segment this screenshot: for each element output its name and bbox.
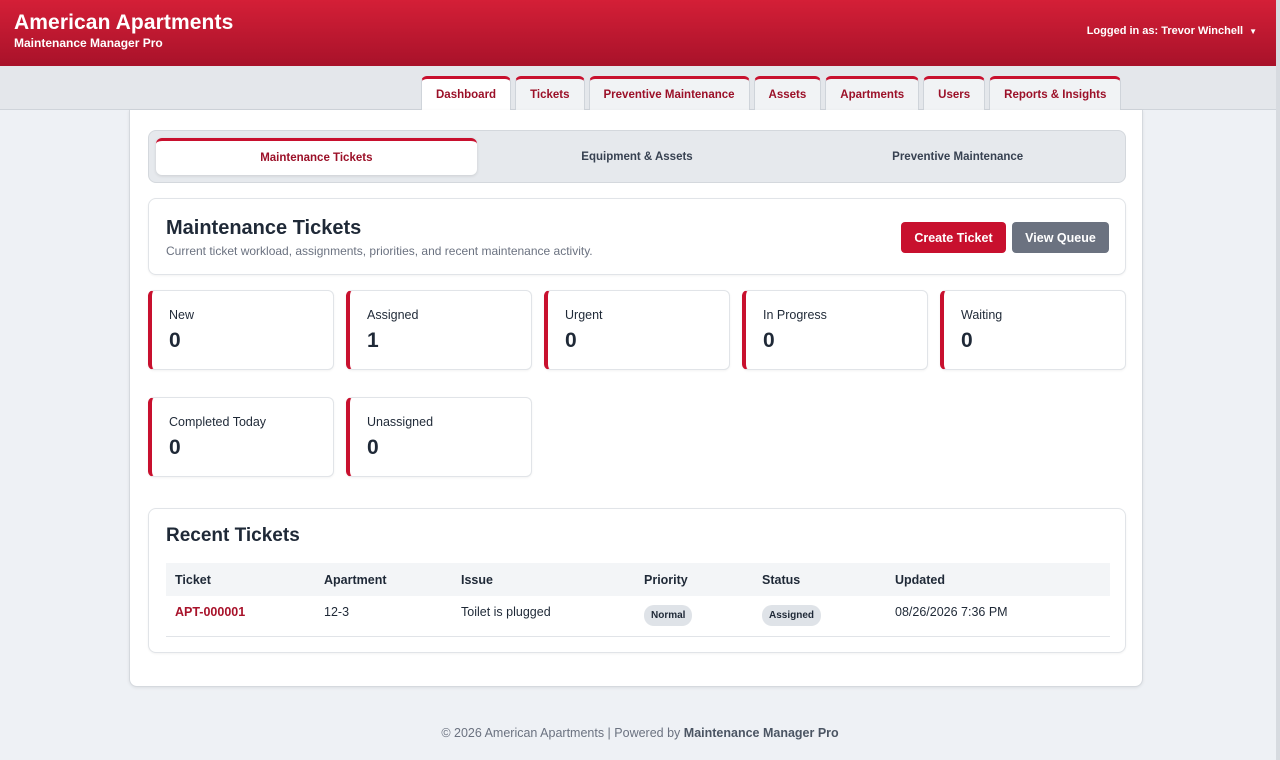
column-header-issue: Issue: [461, 572, 493, 587]
status-badge: Assigned: [762, 605, 822, 626]
user-menu[interactable]: Logged in as: Trevor Winchell ▼: [1087, 25, 1257, 37]
stat-label: In Progress: [763, 308, 827, 322]
cell-updated: 08/26/2026 7:36 PM: [886, 596, 1110, 637]
stat-card-completed-today: Completed Today 0: [148, 397, 334, 477]
stat-card-in-progress: In Progress 0: [742, 290, 928, 370]
stat-value: 0: [367, 436, 379, 459]
priority-badge: Normal: [644, 605, 693, 626]
table-header-row: Ticket Apartment Issue Priority Status U…: [166, 563, 1110, 596]
brand-subtitle: Maintenance Manager Pro: [14, 36, 163, 50]
recent-tickets-title: Recent Tickets: [166, 525, 300, 546]
main-nav: Dashboard Tickets Preventive Maintenance…: [421, 76, 1122, 111]
page-header-card: Maintenance Tickets Current ticket workl…: [148, 198, 1126, 275]
cell-ticket: APT-000001: [166, 596, 315, 637]
stat-label: Waiting: [961, 308, 1003, 322]
tab-reports-insights[interactable]: Reports & Insights: [989, 76, 1122, 110]
column-header-priority: Priority: [644, 572, 688, 587]
scrollbar[interactable]: [1276, 0, 1280, 760]
brand-title: American Apartments: [14, 11, 234, 34]
chevron-down-icon: ▼: [1249, 26, 1257, 36]
tab-preventive-maintenance[interactable]: Preventive Maintenance: [588, 76, 750, 110]
tab-assets[interactable]: Assets: [753, 76, 822, 110]
stat-label: New: [169, 308, 195, 322]
tab-users[interactable]: Users: [923, 76, 986, 110]
main-panel: Maintenance Tickets Equipment & Assets P…: [129, 110, 1143, 687]
cell-status: Assigned: [753, 596, 886, 637]
recent-tickets-card: Recent Tickets Ticket Apartment Issue Pr…: [148, 508, 1126, 653]
stat-label: Completed Today: [169, 415, 267, 429]
recent-tickets-table: Ticket Apartment Issue Priority Status U…: [166, 563, 1110, 637]
view-queue-button[interactable]: View Queue: [1012, 222, 1109, 253]
tab-apartments[interactable]: Apartments: [825, 76, 920, 110]
stat-card-waiting: Waiting 0: [940, 290, 1126, 370]
footer-text: © 2026 American Apartments | Powered by: [441, 726, 681, 740]
page-description: Current ticket workload, assignments, pr…: [166, 244, 593, 258]
column-header-ticket: Ticket: [175, 572, 211, 587]
subtab-maintenance-tickets[interactable]: Maintenance Tickets: [156, 138, 477, 175]
create-ticket-button[interactable]: Create Ticket: [901, 222, 1006, 253]
stat-label: Unassigned: [367, 415, 434, 429]
stat-card-assigned: Assigned 1: [346, 290, 532, 370]
cell-issue: Toilet is plugged: [452, 596, 635, 637]
app-header: American Apartments Maintenance Manager …: [0, 0, 1276, 66]
tab-dashboard[interactable]: Dashboard: [421, 76, 512, 111]
stat-card-unassigned: Unassigned 0: [346, 397, 532, 477]
stat-value: 0: [763, 329, 775, 352]
user-label: Logged in as: Trevor Winchell: [1086, 25, 1244, 37]
cell-apartment: 12-3: [315, 596, 452, 637]
stat-value: 0: [169, 329, 181, 352]
ticket-link[interactable]: APT-000001: [175, 605, 245, 619]
stat-value: 0: [961, 329, 973, 352]
column-header-status: Status: [762, 572, 801, 587]
column-header-apartment: Apartment: [324, 572, 387, 587]
column-header-updated: Updated: [895, 572, 945, 587]
stat-value: 1: [367, 329, 379, 352]
subtab-preventive-maintenance[interactable]: Preventive Maintenance: [797, 138, 1118, 175]
footer: © 2026 American Apartments | Powered by …: [0, 726, 1280, 740]
table-row: APT-000001 12-3 Toilet is plugged Normal…: [166, 596, 1110, 637]
sub-tabs: Maintenance Tickets Equipment & Assets P…: [148, 130, 1126, 183]
subtab-equipment-assets[interactable]: Equipment & Assets: [477, 138, 798, 175]
footer-brand: Maintenance Manager Pro: [683, 726, 839, 740]
cell-priority: Normal: [635, 596, 753, 637]
stat-label: Assigned: [367, 308, 419, 322]
page-title: Maintenance Tickets: [166, 217, 362, 239]
stat-card-urgent: Urgent 0: [544, 290, 730, 370]
stat-value: 0: [169, 436, 181, 459]
stat-label: Urgent: [565, 308, 603, 322]
tab-tickets[interactable]: Tickets: [515, 76, 585, 110]
stat-value: 0: [565, 329, 577, 352]
stat-card-new: New 0: [148, 290, 334, 370]
